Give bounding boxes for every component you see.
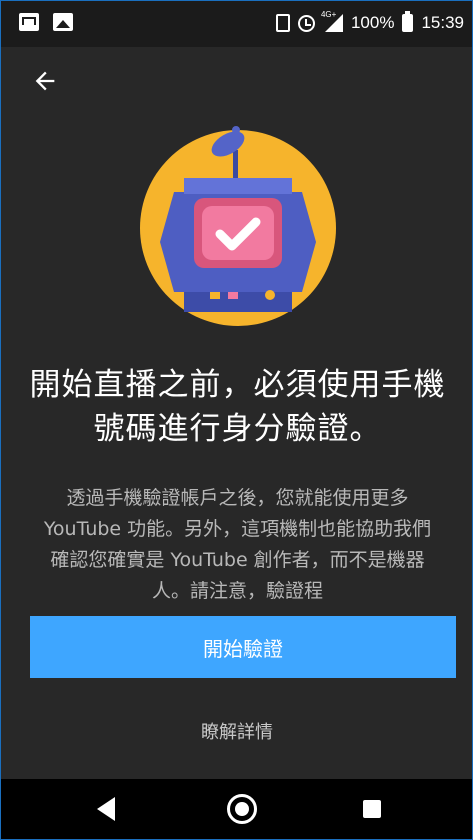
start-verification-button[interactable]: 開始驗證 bbox=[30, 616, 456, 678]
verification-illustration bbox=[140, 126, 336, 326]
vibrate-icon bbox=[275, 14, 290, 32]
back-arrow-icon[interactable] bbox=[31, 67, 59, 95]
battery-icon bbox=[402, 11, 414, 32]
clock: 15:39 bbox=[421, 13, 464, 32]
gmail-icon bbox=[19, 13, 39, 31]
page-title: 開始直播之前，必須使用手機號碼進行身分驗證。 bbox=[29, 367, 446, 447]
battery-percent: 100% bbox=[350, 13, 395, 32]
status-bar: 4G+ 100% 15:39 bbox=[1, 1, 472, 47]
image-icon bbox=[53, 13, 73, 31]
app-screen: 4G+ 100% 15:39 開始直播之前，必須使用手機號碼進行身分驗證。 透過… bbox=[0, 0, 473, 840]
nav-home-icon[interactable] bbox=[227, 794, 257, 824]
nav-back-icon[interactable] bbox=[97, 797, 115, 821]
description-text: 透過手機驗證帳戶之後，您就能使用更多 YouTube 功能。另外，這項機制也能協… bbox=[43, 487, 432, 602]
nav-recents-icon[interactable] bbox=[363, 800, 381, 818]
system-icons: 4G+ 100% 15:39 bbox=[275, 10, 464, 33]
system-nav-bar bbox=[1, 779, 472, 839]
network-type: 4G+ bbox=[320, 10, 337, 19]
signal-icon: 4G+ bbox=[321, 10, 343, 32]
notification-icons bbox=[19, 13, 73, 31]
alarm-icon bbox=[297, 14, 315, 32]
learn-more-link[interactable]: 瞭解詳情 bbox=[137, 713, 337, 749]
